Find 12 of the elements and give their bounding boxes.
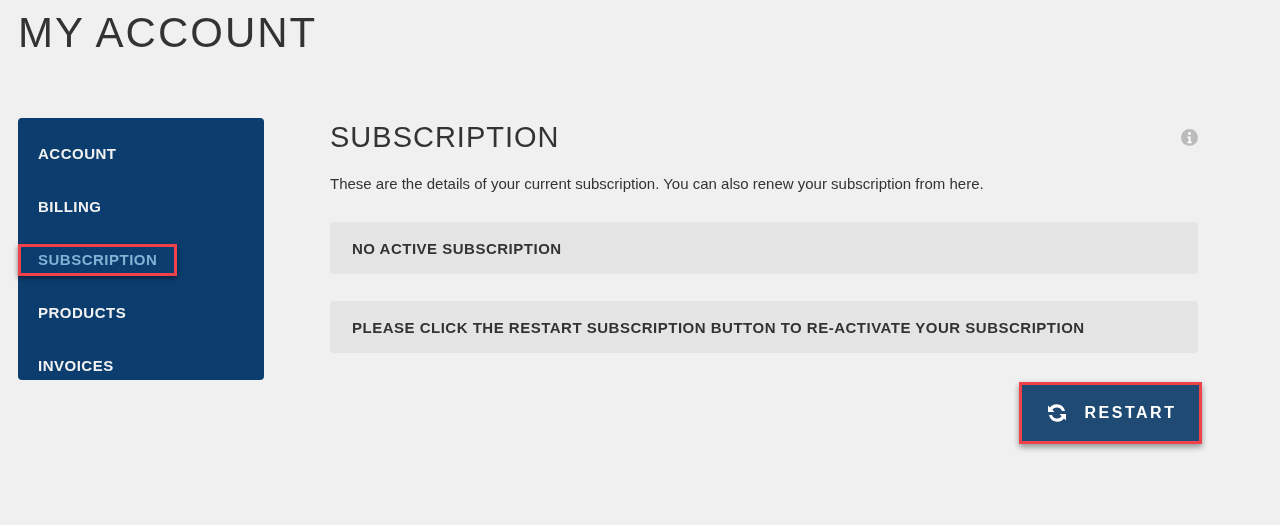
sidebar-item[interactable]: ACCOUNT [18, 138, 137, 170]
sidebar-item[interactable]: BILLING [18, 191, 122, 223]
notice-bar: NO ACTIVE SUBSCRIPTION [330, 222, 1198, 274]
sidebar-item[interactable]: SUBSCRIPTION [18, 244, 178, 276]
section-description: These are the details of your current subscription. You can also renew your subscription from here. [330, 174, 985, 194]
restart-button[interactable]: RESTART [1019, 382, 1202, 444]
sidebar-item[interactable]: INVOICES [18, 350, 134, 382]
page-title: MY ACCOUNT [18, 8, 318, 56]
sidebar-item[interactable]: PRODUCTS [18, 297, 147, 329]
notice-bar: PLEASE CLICK THE RESTART SUBSCRIPTION BUTTON TO RE-ACTIVATE YOUR SUBSCRIPTION [330, 301, 1198, 353]
info-icon[interactable] [1181, 128, 1198, 146]
section-title: SUBSCRIPTION [330, 120, 560, 154]
